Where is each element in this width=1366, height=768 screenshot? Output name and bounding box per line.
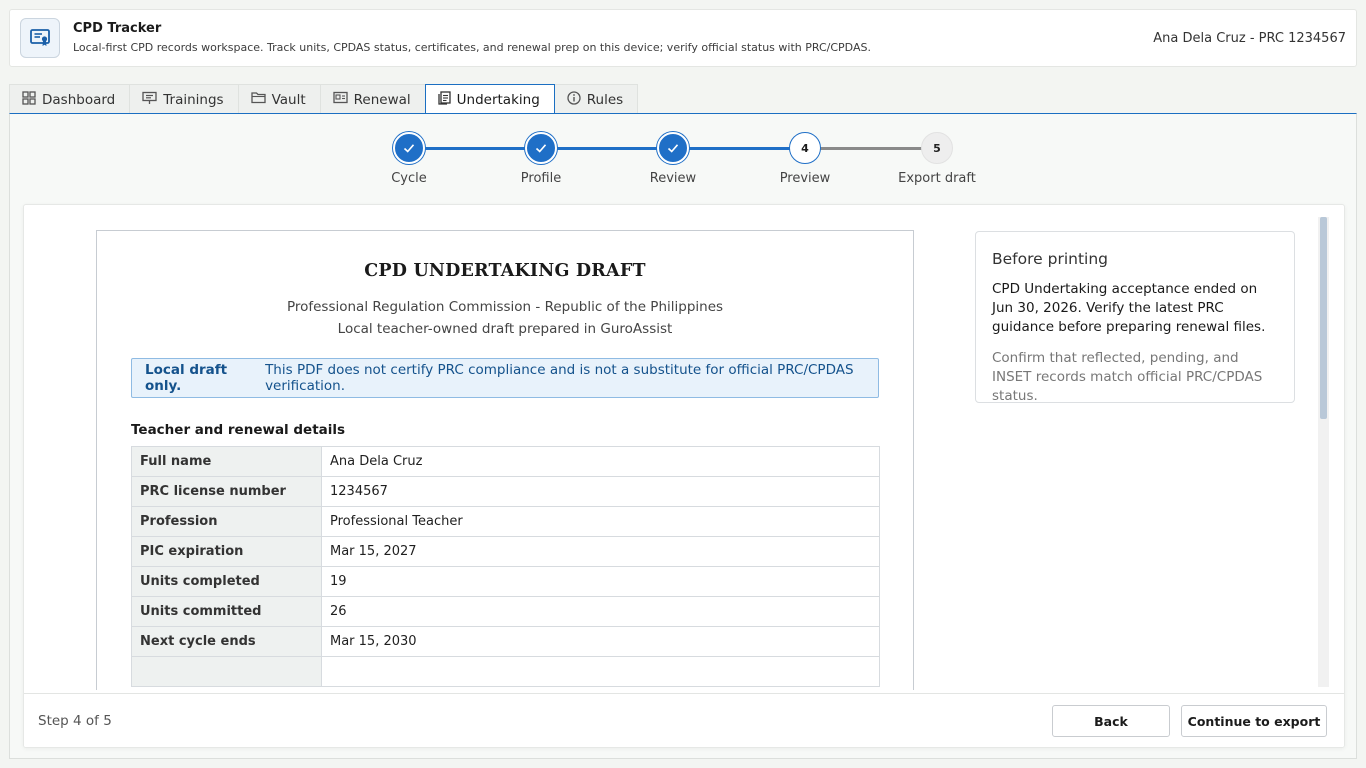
main-tabs: Dashboard Trainings Vault Renewal Undert… [9,84,639,114]
step-count: Step 4 of 5 [38,713,112,729]
table-row: Units completed 19 [131,566,880,597]
scrollbar-thumb[interactable] [1320,217,1327,419]
presentation-icon [142,91,163,109]
back-button[interactable]: Back [1052,705,1170,737]
tab-rules[interactable]: Rules [554,84,639,114]
row-key: Profession [131,506,322,537]
row-value [321,656,880,687]
check-icon [525,132,557,164]
folder-icon [250,91,272,108]
table-row: Full name Ana Dela Cruz [131,446,880,477]
step-profile[interactable]: Profile [501,132,581,186]
check-icon [393,132,425,164]
row-key: Full name [131,446,322,477]
step-preview[interactable]: 4 Preview [765,132,845,186]
row-value: 26 [321,596,880,627]
grid-icon [22,90,42,109]
notice-text: This PDF does not certify PRC compliance… [265,362,854,394]
tab-label: Dashboard [42,91,116,108]
tab-vault[interactable]: Vault [237,84,320,114]
row-key: Units committed [131,596,322,627]
step-label: Preview [779,171,831,186]
side-panel-body: CPD Undertaking acceptance ended on Jun … [992,281,1266,335]
table-row: Next cycle ends Mar 15, 2030 [131,626,880,657]
draft-notice: Local draft only. This PDF does not cert… [131,358,879,398]
row-key: Next cycle ends [131,626,322,657]
step-label: Profile [520,171,562,186]
row-value: Mar 15, 2027 [321,536,880,567]
document-organization: Professional Regulation Commission - Rep… [286,299,724,315]
step-label: Review [649,171,697,186]
side-panel-title: Before printing [992,250,1108,268]
app-title: CPD Tracker [73,20,162,36]
step-review[interactable]: Review [633,132,713,186]
tab-dashboard[interactable]: Dashboard [9,84,130,114]
step-number: 5 [921,132,953,164]
document-prepared-note: Local teacher-owned draft prepared in Gu… [337,321,673,337]
wizard-footer: Step 4 of 5 Back Continue to export [24,693,1344,747]
scrollbar[interactable] [1318,217,1329,687]
tab-label: Undertaking [456,91,540,108]
user-label: Ana Dela Cruz - PRC 1234567 [1153,31,1346,46]
table-row: PIC expiration Mar 15, 2027 [131,536,880,567]
preview-card: CPD UNDERTAKING DRAFT Professional Regul… [23,204,1345,748]
before-printing-panel: Before printing CPD Undertaking acceptan… [975,231,1295,404]
continue-to-export-button[interactable]: Continue to export [1181,705,1327,737]
side-panel-note: Confirm that reflected, pending, and INS… [992,350,1263,404]
undertaking-document-preview: CPD UNDERTAKING DRAFT Professional Regul… [96,230,914,690]
row-value: 1234567 [321,476,880,507]
row-value: Professional Teacher [321,506,880,537]
table-row [131,656,880,687]
step-number: 4 [789,132,821,164]
row-key [131,656,322,687]
tab-label: Vault [271,91,306,108]
step-export-draft[interactable]: 5 Export draft [897,132,977,186]
section-title: Teacher and renewal details [131,422,346,438]
row-key: PRC license number [131,476,322,507]
step-cycle[interactable]: Cycle [369,132,449,186]
tab-trainings[interactable]: Trainings [129,84,238,114]
info-icon [567,90,587,109]
tab-label: Rules [586,91,624,108]
check-icon [657,132,689,164]
table-row: Profession Professional Teacher [131,506,880,537]
tab-label: Renewal [353,91,411,108]
app-header: CPD Tracker Local-first CPD records work… [9,9,1357,67]
row-value: Mar 15, 2030 [321,626,880,657]
document-title: CPD UNDERTAKING DRAFT [364,261,646,281]
row-value: Ana Dela Cruz [321,446,880,477]
undertaking-panel: Cycle Profile Review 4 Preview 5 Export … [9,113,1357,759]
step-label: Cycle [391,171,427,186]
wizard-stepper: Cycle Profile Review 4 Preview 5 Export … [10,114,1356,204]
document-icon [437,90,457,109]
table-row: Units committed 26 [131,596,880,627]
id-card-icon [332,91,354,108]
table-row: PRC license number 1234567 [131,476,880,507]
step-label: Export draft [898,171,976,186]
tab-label: Trainings [163,91,224,108]
tab-renewal[interactable]: Renewal [319,84,425,114]
app-subtitle: Local-first CPD records workspace. Track… [73,40,871,54]
row-key: PIC expiration [131,536,322,567]
notice-strong: Local draft only. [145,362,228,394]
tab-undertaking[interactable]: Undertaking [424,84,555,114]
details-table: Full name Ana Dela Cruz PRC license numbe… [131,446,880,687]
row-key: Units completed [131,566,322,597]
certificate-icon [20,18,60,58]
row-value: 19 [321,566,880,597]
